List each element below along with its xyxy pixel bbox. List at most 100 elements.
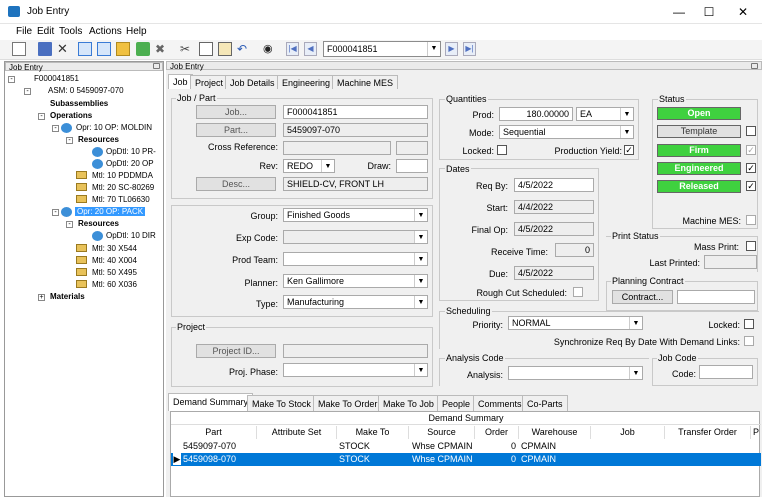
collapse-icon[interactable]: - xyxy=(8,76,15,83)
mass-print-checkbox[interactable] xyxy=(746,241,756,251)
part-button[interactable]: Part... xyxy=(196,123,276,137)
contract-field[interactable] xyxy=(677,290,755,304)
due-field[interactable]: 4/5/2022 xyxy=(514,266,594,280)
template-checkbox[interactable] xyxy=(746,126,756,136)
tab-job-details[interactable]: Job Details xyxy=(225,75,280,89)
tree-node-mtl[interactable]: Mtl: 40 X004 xyxy=(92,256,137,265)
chevron-down-icon[interactable]: ▼ xyxy=(620,108,633,120)
tree-node-mtl[interactable]: Mtl: 30 X544 xyxy=(92,244,137,253)
tree-node-subassemblies[interactable]: Subassemblies xyxy=(50,99,108,108)
tab-comments[interactable]: Comments xyxy=(473,395,527,411)
grid-header-part[interactable]: Part xyxy=(171,426,257,439)
maximize-icon[interactable]: ☐ xyxy=(694,2,724,22)
tree-node-op20[interactable]: Opr: 20 OP: PACK xyxy=(75,207,146,216)
chevron-down-icon[interactable]: ▼ xyxy=(414,209,427,221)
undo-icon[interactable]: ↶ xyxy=(237,42,251,56)
delete-icon[interactable]: ✕ xyxy=(57,42,71,56)
tab-demand-summary[interactable]: Demand Summary xyxy=(168,393,254,411)
req-by-field[interactable]: 4/5/2022 xyxy=(514,178,594,192)
menu-help[interactable]: Help xyxy=(126,26,147,37)
tree-node-opdtl[interactable]: OpDtl: 10 PR- xyxy=(106,147,156,156)
grid-header-p[interactable]: P xyxy=(751,426,761,439)
tree-node-materials[interactable]: Materials xyxy=(50,292,85,301)
tree-node-resources[interactable]: Resources xyxy=(78,219,119,228)
exp-code-select[interactable]: ▼ xyxy=(283,230,428,244)
paste-icon[interactable] xyxy=(218,42,232,56)
planner-select[interactable]: Ken Gallimore ▼ xyxy=(283,274,428,288)
desc-button[interactable]: Desc... xyxy=(196,177,276,191)
collapse-icon[interactable]: - xyxy=(24,88,31,95)
chevron-down-icon[interactable]: ▼ xyxy=(427,42,440,56)
project-id-button[interactable]: Project ID... xyxy=(196,344,276,358)
start-field[interactable]: 4/4/2022 xyxy=(514,200,594,214)
mode-select[interactable]: Sequential ▼ xyxy=(499,125,634,139)
job-button[interactable]: Job... xyxy=(196,105,276,119)
tab-engineering[interactable]: Engineering xyxy=(277,75,336,89)
tab-people[interactable]: People xyxy=(437,395,476,411)
menu-actions[interactable]: Actions xyxy=(89,26,122,37)
tab-machine-mes[interactable]: Machine MES xyxy=(332,75,399,89)
locked-checkbox[interactable] xyxy=(497,145,507,155)
priority-select[interactable]: NORMAL ▼ xyxy=(508,316,643,330)
tree-node-mtl[interactable]: Mtl: 20 SC-80269 xyxy=(92,183,154,192)
table-row[interactable]: ▶ 5459098-070 STOCK Whse CPMAIN 0 CPMAIN xyxy=(171,453,761,466)
receive-time-field[interactable]: 0 xyxy=(555,243,594,257)
tree-node-mtl[interactable]: Mtl: 50 X495 xyxy=(92,268,137,277)
menu-file[interactable]: File xyxy=(16,26,32,37)
tab-make-to-job[interactable]: Make To Job xyxy=(378,395,439,411)
collapse-icon[interactable]: - xyxy=(52,209,59,216)
production-yield-checkbox[interactable]: ✓ xyxy=(624,145,634,155)
machine-mes-checkbox[interactable] xyxy=(746,215,756,225)
description-field[interactable]: SHIELD-CV, FRONT LH xyxy=(283,177,428,191)
tree-node-operations[interactable]: Operations xyxy=(50,111,92,120)
firm-checkbox[interactable]: ✓ xyxy=(746,145,756,155)
rough-cut-checkbox[interactable] xyxy=(573,287,583,297)
tab-make-to-order[interactable]: Make To Order xyxy=(313,395,383,411)
status-engineered-button[interactable]: Engineered xyxy=(657,162,741,175)
menu-edit[interactable]: Edit xyxy=(37,26,54,37)
collapse-icon[interactable]: - xyxy=(38,113,45,120)
cut-icon[interactable]: ✂ xyxy=(180,42,194,56)
grid-header-order[interactable]: Order xyxy=(475,426,519,439)
previous-record-icon[interactable]: ◀ xyxy=(304,42,317,56)
draw-field[interactable] xyxy=(396,159,428,173)
tree-node-job[interactable]: F000041851 xyxy=(34,74,79,83)
cross-reference-field[interactable] xyxy=(283,141,391,155)
refresh-icon[interactable] xyxy=(136,42,150,56)
grid-header-job[interactable]: Job xyxy=(591,426,665,439)
tree-node-mtl[interactable]: Mtl: 10 PDDMDA xyxy=(92,171,153,180)
collapse-icon[interactable]: - xyxy=(66,137,73,144)
pin-icon[interactable] xyxy=(751,63,758,69)
tab-project[interactable]: Project xyxy=(190,75,229,89)
folder-icon[interactable] xyxy=(116,42,130,56)
tab-co-parts[interactable]: Co-Parts xyxy=(522,395,568,411)
analysis-select[interactable]: ▼ xyxy=(508,366,643,380)
tree-node-opdtl[interactable]: OpDtl: 20 OP xyxy=(106,159,154,168)
new-icon[interactable] xyxy=(12,42,26,56)
tree-node-op10[interactable]: Opr: 10 OP: MOLDIN xyxy=(76,123,152,132)
tree-node-resources[interactable]: Resources xyxy=(78,135,119,144)
collapse-icon[interactable]: - xyxy=(52,125,59,132)
tab-make-to-stock[interactable]: Make To Stock xyxy=(247,395,316,411)
chevron-down-icon[interactable]: ▼ xyxy=(414,275,427,287)
status-firm-button[interactable]: Firm xyxy=(657,144,741,157)
rev-select[interactable]: REDO ▼ xyxy=(283,159,335,173)
tab-job[interactable]: Job xyxy=(168,74,193,89)
type-select[interactable]: Manufacturing ▼ xyxy=(283,295,428,309)
grid-header-transfer-order[interactable]: Transfer Order xyxy=(665,426,751,439)
grid-header-attribute-set[interactable]: Attribute Set xyxy=(257,426,337,439)
prod-qty-field[interactable]: 180.00000 xyxy=(499,107,573,121)
engineered-checkbox[interactable]: ✓ xyxy=(746,163,756,173)
status-open-button[interactable]: Open xyxy=(657,107,741,120)
group-select[interactable]: Finished Goods ▼ xyxy=(283,208,428,222)
close-icon[interactable]: ✕ xyxy=(728,2,758,22)
grid-header-make-to[interactable]: Make To xyxy=(337,426,409,439)
job-field[interactable]: F000041851 xyxy=(283,105,428,119)
status-released-button[interactable]: Released xyxy=(657,180,741,193)
part-field[interactable]: 5459097-070 xyxy=(283,123,428,137)
tree-node-mtl[interactable]: Mtl: 70 TL06630 xyxy=(92,195,150,204)
chevron-down-icon[interactable]: ▼ xyxy=(414,296,427,308)
attach-icon[interactable] xyxy=(78,42,92,56)
chevron-down-icon[interactable]: ▼ xyxy=(414,253,427,265)
tree-node-asm[interactable]: ASM: 0 5459097-070 xyxy=(48,86,124,95)
